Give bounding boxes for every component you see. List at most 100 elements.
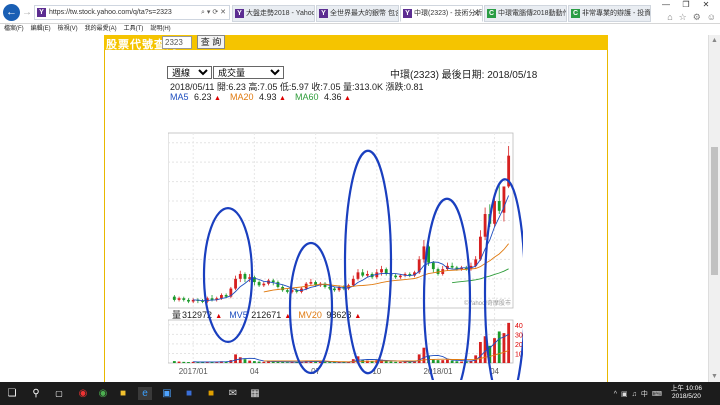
volume-bar: [187, 362, 190, 363]
menu-item-0[interactable]: 檔案(F): [4, 26, 24, 32]
volume-tick-label: 300K: [515, 332, 523, 339]
ma-value: 6.23: [194, 92, 215, 102]
menu-item-3[interactable]: 我的最愛(A): [85, 26, 117, 32]
address-tools-icon[interactable]: ⌕ ▾ ⟳ ✕: [201, 6, 226, 19]
vertical-scrollbar[interactable]: ▲ ▼: [708, 35, 720, 382]
address-url: https://tw.stock.yahoo.com/q/ta?s=2323: [49, 9, 172, 16]
candle-body: [483, 214, 487, 237]
vol-legend-label: MV20: [298, 310, 322, 320]
tab-3[interactable]: Y中環(2323) - 技術分析 - Y...✕: [400, 5, 483, 22]
menu-item-2[interactable]: 檢視(V): [58, 26, 78, 32]
volume-bar: [177, 361, 181, 363]
candle-body: [224, 295, 228, 297]
tray-up-icon[interactable]: ^: [614, 391, 617, 398]
volume-bar: [460, 361, 463, 363]
ma-value: 4.36: [323, 92, 345, 102]
file-explorer-icon[interactable]: ■: [116, 387, 130, 400]
candle-body: [182, 298, 186, 300]
candle-body: [177, 298, 181, 300]
app-blue-icon[interactable]: ■: [182, 387, 196, 400]
candle-body: [220, 295, 223, 299]
scroll-thumb[interactable]: [711, 147, 718, 275]
volume-bar: [497, 331, 501, 363]
keyboard-icon[interactable]: ⌨: [652, 391, 662, 398]
clock[interactable]: 上午 10:06 2018/5/20: [671, 385, 702, 401]
app-red-icon[interactable]: ◉: [76, 387, 90, 400]
stock-code-input[interactable]: 2323: [162, 36, 192, 49]
ime-icon[interactable]: 中: [641, 391, 648, 398]
up-arrow-icon: ▲: [215, 313, 222, 320]
tab-1[interactable]: Y大盤走勢2018 - Yahoo奇摩: [232, 5, 315, 22]
menu-item-4[interactable]: 工具(T): [124, 26, 144, 32]
taskbar: ❏ ⚲ ▢ ◉ ◉ ■ e ▣ ■ ■ ✉ ▦ ^ ▣ ♫ 中 ⌨ 上午 10:06 20…: [0, 382, 720, 405]
stock-title: 中環(2323) 最後日期: 2018/05/18: [390, 70, 538, 81]
candle-body: [356, 272, 360, 279]
scroll-down-icon[interactable]: ▼: [711, 373, 718, 380]
volume-bar: [446, 359, 449, 363]
tab-label: 全世界最大的銀幣 包含資產下...: [330, 10, 398, 17]
menu-item-5[interactable]: 說明(H): [150, 26, 170, 32]
settings-gear-icon[interactable]: ⚙: [693, 12, 701, 22]
home-icon[interactable]: ⌂: [667, 12, 672, 22]
mail-icon[interactable]: ✉: [226, 387, 240, 400]
forward-button[interactable]: →: [22, 7, 32, 19]
address-bar[interactable]: Y https://tw.stock.yahoo.com/q/ta?s=2323…: [34, 5, 230, 20]
maximize-icon[interactable]: ❐: [676, 0, 696, 9]
close-window-icon[interactable]: ✕: [696, 0, 716, 9]
yahoo-favicon-icon: Y: [37, 8, 46, 17]
volume-bar: [450, 360, 454, 363]
tab-5[interactable]: C非常專業的辯護 - 投資與理...: [568, 5, 651, 22]
candle-body: [187, 299, 190, 302]
volume-bar: [182, 361, 186, 363]
window-controls: — ❐ ✕: [656, 0, 720, 12]
candle-body: [361, 272, 365, 276]
ie-browser-icon[interactable]: e: [138, 387, 152, 400]
candle-body: [234, 278, 237, 289]
close-tab-icon[interactable]: ✕: [473, 6, 480, 21]
vol-legend-value: 212671: [251, 310, 281, 320]
browser-window: ← → Y https://tw.stock.yahoo.com/q/ta?s=…: [0, 0, 720, 382]
back-button[interactable]: ←: [3, 4, 20, 21]
menu-bar: 檔案(F) 編輯(E) 檢視(V) 我的最愛(A) 工具(T) 說明(H): [0, 24, 720, 35]
candle-body: [172, 296, 176, 300]
favorites-icon[interactable]: ☆: [679, 12, 687, 22]
up-arrow-icon: ▲: [279, 95, 286, 102]
store-icon[interactable]: ▣: [160, 387, 174, 400]
volume-bar: [252, 361, 256, 363]
chrome-icon[interactable]: ◉: [96, 387, 110, 400]
up-arrow-icon: ▲: [354, 313, 361, 320]
volume-icon[interactable]: ♫: [632, 391, 637, 398]
ma-label-ma60: MA60: [294, 92, 321, 102]
menu-item-1[interactable]: 編輯(E): [31, 26, 51, 32]
volume-bar: [507, 322, 511, 363]
windows-start-icon[interactable]: ❏: [5, 387, 19, 400]
tab-2[interactable]: Y全世界最大的銀幣 包含資產下...: [316, 5, 399, 22]
minimize-icon[interactable]: —: [656, 0, 676, 9]
smiley-icon[interactable]: ☺: [707, 12, 716, 22]
scroll-up-icon[interactable]: ▲: [711, 37, 718, 44]
volume-bar: [248, 360, 252, 363]
app-gray-icon[interactable]: ▦: [248, 387, 262, 400]
search-icon[interactable]: ⚲: [29, 387, 43, 400]
query-button[interactable]: 查 詢: [197, 35, 225, 49]
candle-body: [333, 288, 336, 291]
app-yellow-icon[interactable]: ■: [204, 387, 218, 400]
candle-body: [394, 275, 398, 278]
candle-body: [257, 282, 261, 286]
candle-body: [276, 282, 280, 287]
network-icon[interactable]: ▣: [621, 391, 628, 398]
period-select[interactable]: 週線: [167, 66, 212, 79]
tab-favicon-icon: Y: [319, 9, 328, 18]
candle-body: [497, 201, 501, 211]
tab-4[interactable]: C中環電腦傳2018動動作事行...: [484, 5, 567, 22]
volume-bar: [441, 360, 445, 363]
vol-legend-label: 量: [172, 310, 181, 320]
task-view-icon[interactable]: ▢: [52, 387, 66, 400]
up-arrow-icon: ▲: [214, 95, 221, 102]
ma-value: 4.93: [259, 92, 280, 102]
candle-body: [248, 277, 252, 279]
candle-body: [271, 280, 275, 283]
volume-bar: [323, 362, 327, 363]
indicator-select[interactable]: 成交量: [213, 66, 284, 79]
tab-label: 中環電腦傳2018動動作事行...: [498, 10, 566, 17]
